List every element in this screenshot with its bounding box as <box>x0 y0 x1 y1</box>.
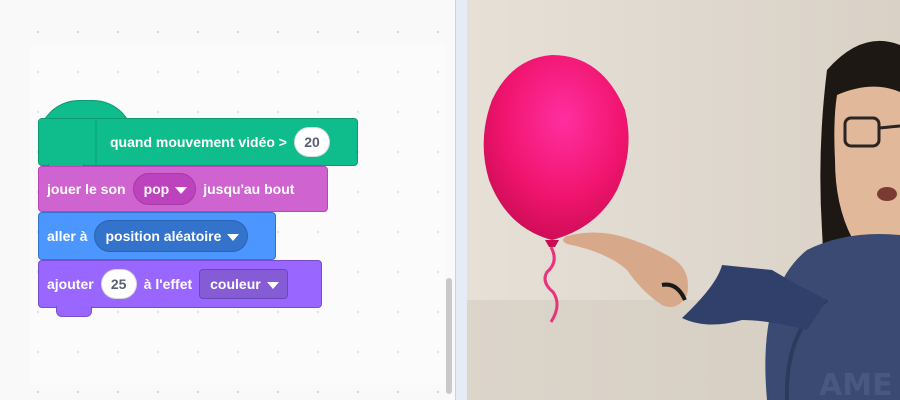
stage-video-feed[interactable]: AME <box>467 0 900 400</box>
extension-icon-slot <box>39 119 97 165</box>
play-sound-until-done-block[interactable]: jouer le son pop jusqu'au bout <box>38 166 328 212</box>
workspace-scrollbar[interactable] <box>446 278 452 394</box>
change-effect-block[interactable]: ajouter 25 à l'effet couleur <box>38 260 322 308</box>
effect-type-value: couleur <box>210 276 261 292</box>
effect-label: à l'effet <box>143 276 193 292</box>
caret-down-icon <box>175 186 188 194</box>
video-motion-hat-block[interactable]: quand mouvement vidéo > 20 <box>38 118 358 166</box>
webcam-video-feed: AME <box>467 0 900 400</box>
svg-text:AME: AME <box>819 368 893 400</box>
go-to-target-value: position aléatoire <box>105 228 222 244</box>
code-workspace[interactable]: quand mouvement vidéo > 20 jouer le son … <box>0 0 455 400</box>
go-to-block[interactable]: aller à position aléatoire <box>38 212 276 260</box>
looks-block-tab <box>56 306 92 317</box>
effect-type-dropdown[interactable]: couleur <box>199 269 288 299</box>
go-to-label: aller à <box>47 228 88 244</box>
play-sound-label: jouer le son <box>47 181 126 197</box>
video-motion-label: quand mouvement vidéo > <box>110 134 287 150</box>
effect-amount-input[interactable]: 25 <box>100 269 137 299</box>
video-motion-threshold-input[interactable]: 20 <box>293 127 330 157</box>
sound-menu-value: pop <box>143 181 170 197</box>
until-done-label: jusqu'au bout <box>203 181 295 197</box>
caret-down-icon <box>227 233 240 241</box>
sound-menu-dropdown[interactable]: pop <box>132 173 197 205</box>
caret-down-icon <box>266 281 279 289</box>
go-to-target-dropdown[interactable]: position aléatoire <box>94 220 249 252</box>
change-label: ajouter <box>47 276 94 292</box>
